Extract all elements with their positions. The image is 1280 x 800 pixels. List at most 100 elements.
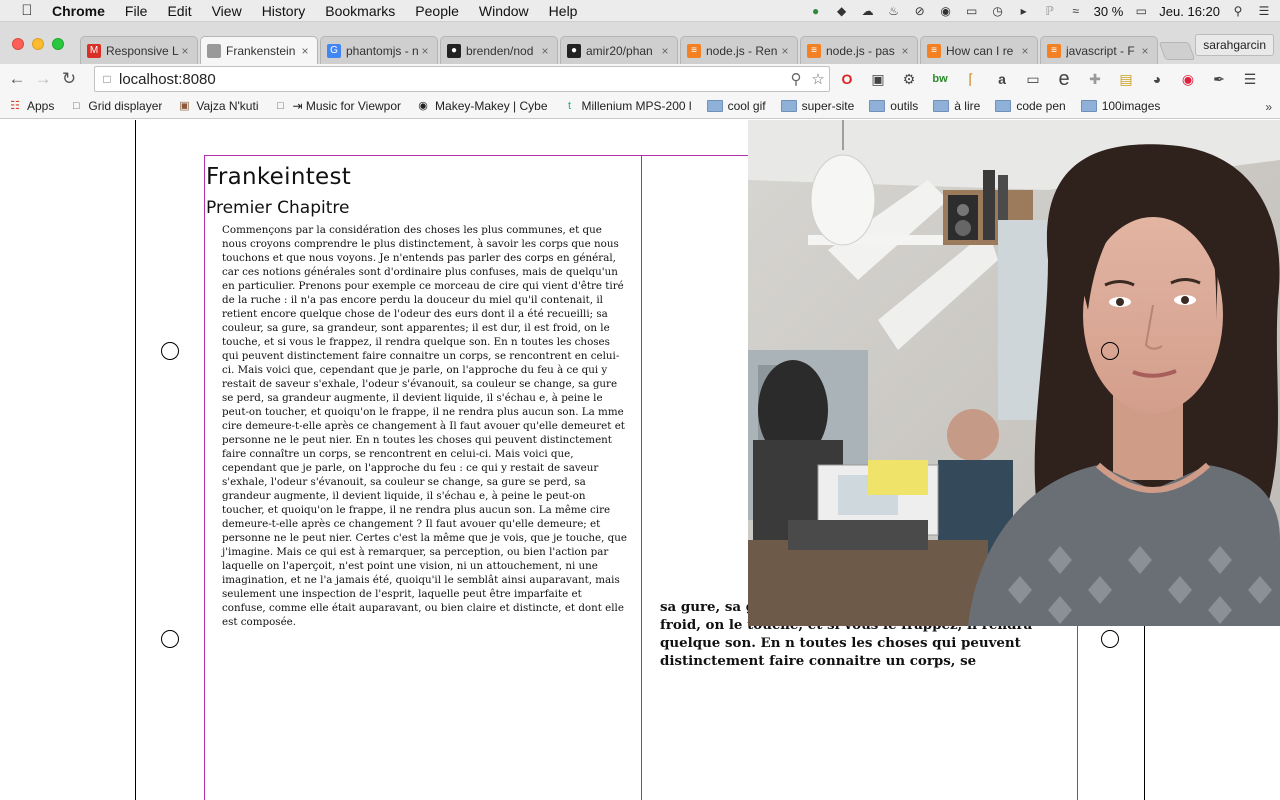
bookmark-label: Vajza N'kuti: [196, 99, 259, 113]
alien-icon[interactable]: ◉: [938, 4, 954, 18]
battery-icon[interactable]: ▭: [1133, 4, 1149, 18]
extensions-area: O ▣ ⚙ bw ⌈ a ▭ e ✚ ▤ ◕ ◉ ✒ ☰: [834, 66, 1268, 92]
minimize-window-button[interactable]: [32, 38, 44, 50]
close-window-button[interactable]: [12, 38, 24, 50]
wifi-icon[interactable]: ≈: [1068, 4, 1084, 18]
app-status-icon[interactable]: ♨: [886, 4, 902, 18]
reload-icon[interactable]: ↻: [56, 66, 82, 92]
bookmarks-overflow-chevron-icon[interactable]: »: [1265, 100, 1272, 114]
bookmark-8[interactable]: super-site: [780, 99, 854, 113]
menu-window[interactable]: Window: [469, 3, 539, 19]
chapter-body-text: Commençons par la considération des chos…: [222, 224, 627, 628]
stackoverflow-icon: ≡: [687, 43, 701, 58]
folder-icon: [706, 100, 723, 112]
cloud-icon[interactable]: ☁: [860, 4, 876, 18]
resize-handle-left-bottom[interactable]: [161, 630, 179, 648]
url-text[interactable]: localhost:8080: [119, 71, 785, 88]
bookmark-6[interactable]: t Millenium MPS-200 l: [563, 99, 692, 113]
cast-icon[interactable]: ▭: [1020, 68, 1046, 90]
tab-4[interactable]: ● brenden/nod ×: [440, 36, 558, 64]
measure-extension-icon[interactable]: ▤: [1113, 68, 1139, 90]
tab-close-icon[interactable]: ×: [1139, 44, 1151, 58]
bw-extension-icon[interactable]: bw: [927, 68, 953, 90]
tab-title: node.js - Ren: [706, 43, 778, 58]
menu-edit[interactable]: Edit: [157, 3, 201, 19]
menu-history[interactable]: History: [252, 3, 316, 19]
tab-close-icon[interactable]: ×: [779, 44, 791, 58]
bookmark-11[interactable]: code pen: [995, 99, 1066, 113]
zoom-icon[interactable]: ⚲: [785, 70, 807, 88]
sync-icon[interactable]: ●: [808, 4, 824, 18]
bluetooth-icon[interactable]: ℙ: [1042, 4, 1058, 18]
menu-people[interactable]: People: [405, 3, 469, 19]
profile-button[interactable]: sarahgarcin: [1195, 34, 1274, 56]
forward-arrow-icon[interactable]: →: [30, 66, 56, 92]
bookmark-2[interactable]: □ Grid displayer: [69, 99, 162, 113]
apple-menu-icon[interactable]: : [12, 2, 42, 19]
tab-3[interactable]: Gphantomjs - n ×: [320, 36, 438, 64]
menu-file[interactable]: File: [115, 3, 158, 19]
tab-1[interactable]: M Responsive L ×: [80, 36, 198, 64]
tab-9[interactable]: ≡ javascript - F ×: [1040, 36, 1158, 64]
apps-grid-icon: ☷: [10, 100, 20, 112]
bookmark-1[interactable]: ☷ Apps: [8, 99, 54, 113]
notification-center-icon[interactable]: ☰: [1256, 4, 1272, 18]
puzzle-extension-icon[interactable]: ✚: [1082, 68, 1108, 90]
bookmark-5[interactable]: ◉ Makey-Makey | Cybe: [416, 99, 547, 113]
resize-handle-left-top[interactable]: [161, 342, 179, 360]
tab-title: Frankenstein: [226, 43, 296, 58]
tab-7[interactable]: ≡ node.js - pas ×: [800, 36, 918, 64]
bookmark-9[interactable]: outils: [869, 99, 918, 113]
menu-chrome[interactable]: Chrome: [42, 3, 115, 19]
back-arrow-icon[interactable]: ←: [4, 66, 30, 92]
tab-close-icon[interactable]: ×: [179, 44, 191, 58]
pinterest-icon[interactable]: ◉: [1175, 68, 1201, 90]
tab-close-icon[interactable]: ×: [1019, 44, 1031, 58]
bookmark-label: Makey-Makey | Cybe: [435, 99, 548, 113]
menu-bookmarks[interactable]: Bookmarks: [315, 3, 405, 19]
tab-close-icon[interactable]: ×: [659, 44, 671, 58]
bookmark-4[interactable]: □ ⇥ Music for Viewpor: [273, 99, 401, 113]
bookmark-3[interactable]: ▣ Vajza N'kuti: [177, 99, 258, 113]
airplay-icon[interactable]: ▭: [964, 4, 980, 18]
page-info-icon[interactable]: □: [95, 72, 119, 86]
chrome-menu-icon[interactable]: ☰: [1237, 68, 1263, 90]
zoom-window-button[interactable]: [52, 38, 64, 50]
tab-6[interactable]: ≡ node.js - Ren ×: [680, 36, 798, 64]
pocket-icon[interactable]: ◕: [1144, 68, 1170, 90]
menu-help[interactable]: Help: [539, 3, 588, 19]
spotlight-search-icon[interactable]: ⚲: [1230, 4, 1246, 18]
tab-2[interactable]: Frankenstein ×: [200, 36, 318, 64]
time-machine-icon[interactable]: ◷: [990, 4, 1006, 18]
battery-percent: 30 %: [1093, 3, 1124, 19]
bookmark-label: ⇥ Music for Viewpor: [292, 99, 402, 113]
eyedropper-extension-icon[interactable]: ✒: [1206, 68, 1232, 90]
tab-close-icon[interactable]: ×: [419, 44, 431, 58]
bookmark-7[interactable]: cool gif: [706, 99, 766, 113]
tab-close-icon[interactable]: ×: [539, 44, 551, 58]
ruler-extension-icon[interactable]: ⌈: [958, 68, 984, 90]
opera-extension-icon[interactable]: O: [834, 68, 860, 90]
resize-handle-right-bottom[interactable]: [1101, 630, 1119, 648]
clock[interactable]: Jeu. 16:20: [1159, 4, 1220, 19]
screenshot-extension-icon[interactable]: ▣: [865, 68, 891, 90]
tab-8[interactable]: ≡ How can I re ×: [920, 36, 1038, 64]
settings-extension-icon[interactable]: ⚙: [896, 68, 922, 90]
bookmark-12[interactable]: 100images: [1080, 99, 1160, 113]
bookmark-10[interactable]: à lire: [933, 99, 980, 113]
amazon-extension-icon[interactable]: a: [989, 68, 1015, 90]
dropbox-icon[interactable]: ◆: [834, 4, 850, 18]
tab-close-icon[interactable]: ×: [299, 44, 311, 58]
e-extension-icon[interactable]: e: [1051, 68, 1077, 90]
blocked-icon[interactable]: ⊘: [912, 4, 928, 18]
tab-title: brenden/nod: [466, 43, 534, 58]
bookmark-star-icon[interactable]: ☆: [807, 70, 829, 88]
new-tab-button[interactable]: [1158, 42, 1196, 60]
address-bar[interactable]: □ localhost:8080 ⚲ ☆: [94, 66, 830, 92]
volume-icon[interactable]: ▸: [1016, 4, 1032, 18]
github-icon: ●: [447, 43, 461, 58]
tab-5[interactable]: ● amir20/phan ×: [560, 36, 678, 64]
tab-close-icon[interactable]: ×: [899, 44, 911, 58]
menu-view[interactable]: View: [202, 3, 252, 19]
resize-handle-right-top[interactable]: [1101, 342, 1119, 360]
